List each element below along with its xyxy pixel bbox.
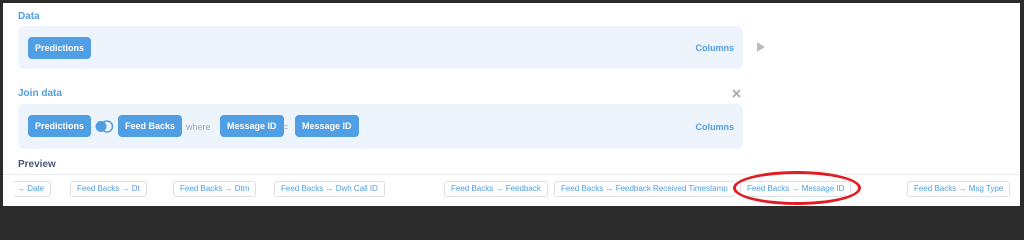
preview-divider: [3, 174, 1020, 175]
join-operator: =: [283, 122, 289, 132]
preview-column-header[interactable]: Feed Backs → Dwh Call ID: [274, 181, 385, 197]
preview-column-header[interactable]: Feed Backs → Dtm: [173, 181, 257, 197]
preview-column-header[interactable]: Feed Backs → Feedback Received Timestamp: [554, 181, 735, 197]
join-section-title: Join data: [18, 88, 62, 99]
preview-column-header[interactable]: Feed Backs → Dt: [70, 181, 147, 197]
preview-column-header[interactable]: Feed Backs → Feedback: [444, 181, 548, 197]
data-step-panel: Predictions Columns: [18, 26, 743, 69]
preview-column-header[interactable]: → Date: [13, 181, 52, 197]
left-join-icon[interactable]: [94, 120, 114, 133]
source-table-chip[interactable]: Predictions: [28, 37, 92, 59]
close-icon[interactable]: [732, 89, 741, 98]
join-left-table-chip[interactable]: Predictions: [28, 115, 92, 137]
join-step-panel: Predictions Feed Backs where Message ID …: [18, 104, 743, 149]
data-columns-link[interactable]: Columns: [695, 43, 734, 53]
where-label: where: [186, 122, 211, 132]
preview-column-header[interactable]: Feed Backs → Msg Type: [907, 181, 1011, 197]
join-right-column-chip[interactable]: Message ID: [295, 115, 359, 137]
notebook-editor: Data Predictions Columns Join data Predi…: [3, 3, 1020, 206]
data-section-title: Data: [18, 11, 40, 22]
preview-title: Preview: [18, 159, 56, 170]
join-left-column-chip[interactable]: Message ID: [220, 115, 284, 137]
join-columns-link[interactable]: Columns: [695, 122, 734, 132]
highlight-circle: [733, 171, 861, 205]
join-right-table-chip[interactable]: Feed Backs: [118, 115, 183, 137]
play-icon[interactable]: [756, 41, 766, 53]
